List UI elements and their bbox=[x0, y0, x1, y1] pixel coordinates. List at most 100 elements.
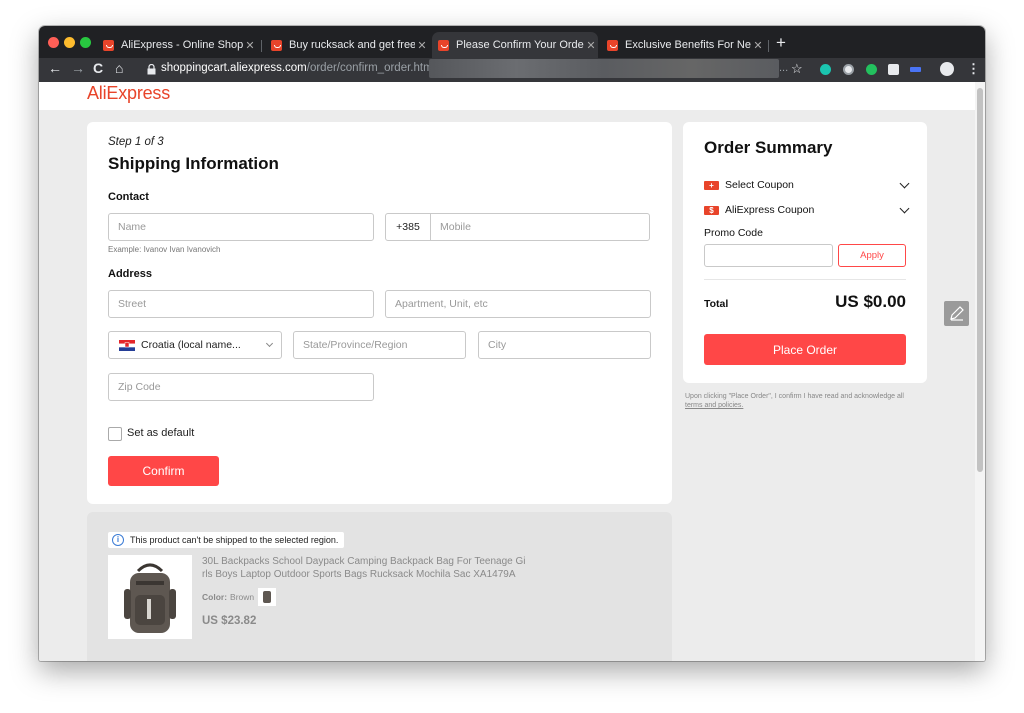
product-title[interactable]: 30L Backpacks School Daypack Camping Bac… bbox=[202, 555, 526, 581]
zip-code-field[interactable]: Zip Code bbox=[108, 373, 374, 401]
scrollbar-thumb[interactable] bbox=[977, 88, 983, 472]
product-image[interactable] bbox=[108, 555, 192, 639]
url-field[interactable]: shoppingcart.aliexpress.com/order/confir… bbox=[161, 62, 454, 74]
close-tab-icon[interactable]: ✕ bbox=[584, 39, 598, 52]
avatar[interactable] bbox=[940, 62, 954, 76]
browser-tab[interactable]: AliExpress - Online Shopping f ✕ bbox=[97, 32, 257, 58]
coupon-icon: + bbox=[704, 181, 719, 190]
order-summary-card: Order Summary + Select Coupon $ AliExpre… bbox=[683, 122, 927, 383]
product-card: i This product can't be shipped to the s… bbox=[87, 512, 672, 661]
tab-title: AliExpress - Online Shopping f bbox=[121, 39, 243, 51]
close-window-button[interactable] bbox=[48, 37, 59, 48]
country-value: Croatia (local name... bbox=[141, 339, 241, 351]
name-field[interactable]: Name bbox=[108, 213, 374, 241]
product-price: US $23.82 bbox=[202, 615, 257, 627]
apartment-field[interactable]: Apartment, Unit, etc bbox=[385, 290, 651, 318]
confirm-button[interactable]: Confirm bbox=[108, 456, 219, 486]
select-coupon-row[interactable]: + Select Coupon bbox=[704, 178, 910, 193]
promo-code-label: Promo Code bbox=[704, 227, 763, 239]
browser-window: AliExpress - Online Shopping f ✕ Buy ruc… bbox=[39, 26, 985, 661]
product-title-line: 30L Backpacks School Daypack Camping Bac… bbox=[202, 556, 526, 567]
order-summary-title: Order Summary bbox=[704, 138, 833, 157]
total-value: US $0.00 bbox=[835, 292, 906, 311]
croatia-flag-icon bbox=[119, 339, 135, 351]
select-coupon-label: Select Coupon bbox=[725, 179, 794, 191]
notice-text: This product can't be shipped to the sel… bbox=[130, 535, 339, 545]
extension-icon[interactable] bbox=[888, 64, 899, 75]
backpack-thumbnail-icon bbox=[263, 591, 272, 603]
reload-icon[interactable]: C bbox=[93, 60, 103, 76]
aliexpress-favicon-icon bbox=[438, 39, 449, 51]
tab-separator bbox=[768, 40, 769, 52]
shipping-notice: i This product can't be shipped to the s… bbox=[108, 532, 345, 548]
redacted-url-region bbox=[429, 59, 779, 78]
page-title: Shipping Information bbox=[108, 154, 279, 173]
divider bbox=[704, 279, 906, 280]
chevron-down-icon bbox=[899, 178, 910, 189]
forward-icon[interactable]: → bbox=[71, 60, 85, 76]
feedback-button[interactable] bbox=[944, 301, 969, 326]
contact-label: Contact bbox=[108, 191, 149, 203]
info-icon: i bbox=[112, 534, 124, 546]
product-title-line: rls Boys Laptop Outdoor Sports Bags Ruck… bbox=[202, 569, 516, 580]
url-host: shoppingcart.aliexpress.com bbox=[161, 62, 307, 74]
step-indicator: Step 1 of 3 bbox=[108, 136, 164, 148]
url-ellipsis: ... bbox=[779, 62, 789, 74]
aliexpress-favicon-icon bbox=[607, 39, 618, 51]
aliexpress-coupon-row[interactable]: $ AliExpress Coupon bbox=[704, 203, 910, 218]
new-tab-button[interactable]: + bbox=[776, 33, 786, 53]
set-default-checkbox[interactable] bbox=[108, 427, 122, 441]
maximize-window-button[interactable] bbox=[80, 37, 91, 48]
extension-icon[interactable] bbox=[866, 64, 877, 75]
product-color: Color: Brown bbox=[202, 588, 277, 606]
tab-separator bbox=[261, 40, 262, 52]
order-disclaimer: Upon clicking "Place Order", I confirm I… bbox=[685, 392, 930, 410]
aliexpress-logo[interactable]: AliExpress bbox=[87, 83, 170, 104]
tab-title: Please Confirm Your Order - Al bbox=[456, 39, 584, 51]
close-tab-icon[interactable]: ✕ bbox=[415, 39, 429, 52]
set-default-label: Set as default bbox=[127, 427, 195, 439]
bookmark-star-icon[interactable]: ☆ bbox=[791, 61, 803, 77]
aliexpress-favicon-icon bbox=[103, 39, 114, 51]
total-label: Total bbox=[704, 298, 729, 310]
extension-icon[interactable] bbox=[820, 64, 831, 75]
browser-tab-active[interactable]: Please Confirm Your Order - Al ✕ bbox=[432, 32, 598, 58]
shipping-card: Step 1 of 3 Shipping Information Contact… bbox=[87, 122, 672, 504]
country-select[interactable]: Croatia (local name... bbox=[108, 331, 282, 359]
extension-icon[interactable] bbox=[910, 67, 921, 72]
browser-tab[interactable]: Exclusive Benefits For Newcom ✕ bbox=[601, 32, 765, 58]
coupon-icon: $ bbox=[704, 206, 719, 215]
scrollbar[interactable] bbox=[975, 82, 985, 661]
terms-link[interactable]: terms and policies. bbox=[685, 402, 743, 409]
color-label: Color: bbox=[202, 592, 228, 602]
extension-icon[interactable] bbox=[843, 64, 854, 75]
apply-button[interactable]: Apply bbox=[838, 244, 906, 267]
aliexpress-coupon-label: AliExpress Coupon bbox=[725, 204, 815, 216]
color-value: Brown bbox=[230, 592, 255, 602]
phone-country-code[interactable]: +385 bbox=[386, 214, 431, 240]
browser-tab[interactable]: Buy rucksack and get free ship ✕ bbox=[265, 32, 429, 58]
place-order-button[interactable]: Place Order bbox=[704, 334, 906, 365]
phone-field: +385 Mobile bbox=[385, 213, 650, 241]
lock-icon[interactable] bbox=[147, 64, 156, 75]
mobile-field[interactable]: Mobile bbox=[431, 221, 471, 233]
close-tab-icon[interactable]: ✕ bbox=[751, 39, 765, 52]
tab-strip: AliExpress - Online Shopping f ✕ Buy ruc… bbox=[39, 26, 985, 58]
minimize-window-button[interactable] bbox=[64, 37, 75, 48]
back-icon[interactable]: ← bbox=[48, 60, 62, 76]
backpack-icon bbox=[124, 563, 176, 633]
chevron-down-icon bbox=[265, 339, 274, 348]
home-icon[interactable]: ⌂ bbox=[115, 60, 123, 76]
color-swatch[interactable] bbox=[258, 588, 277, 606]
state-field[interactable]: State/Province/Region bbox=[293, 331, 466, 359]
aliexpress-favicon-icon bbox=[271, 39, 282, 51]
toolbar: ← → C ⌂ shoppingcart.aliexpress.com/orde… bbox=[39, 58, 985, 82]
close-tab-icon[interactable]: ✕ bbox=[243, 39, 257, 52]
street-field[interactable]: Street bbox=[108, 290, 374, 318]
disclaimer-text: Upon clicking "Place Order", I confirm I… bbox=[685, 393, 904, 400]
city-field[interactable]: City bbox=[478, 331, 651, 359]
pencil-icon bbox=[950, 306, 964, 321]
promo-code-field[interactable] bbox=[704, 244, 833, 267]
tab-title: Buy rucksack and get free ship bbox=[289, 39, 415, 51]
menu-icon[interactable]: ⋮ bbox=[967, 61, 980, 77]
